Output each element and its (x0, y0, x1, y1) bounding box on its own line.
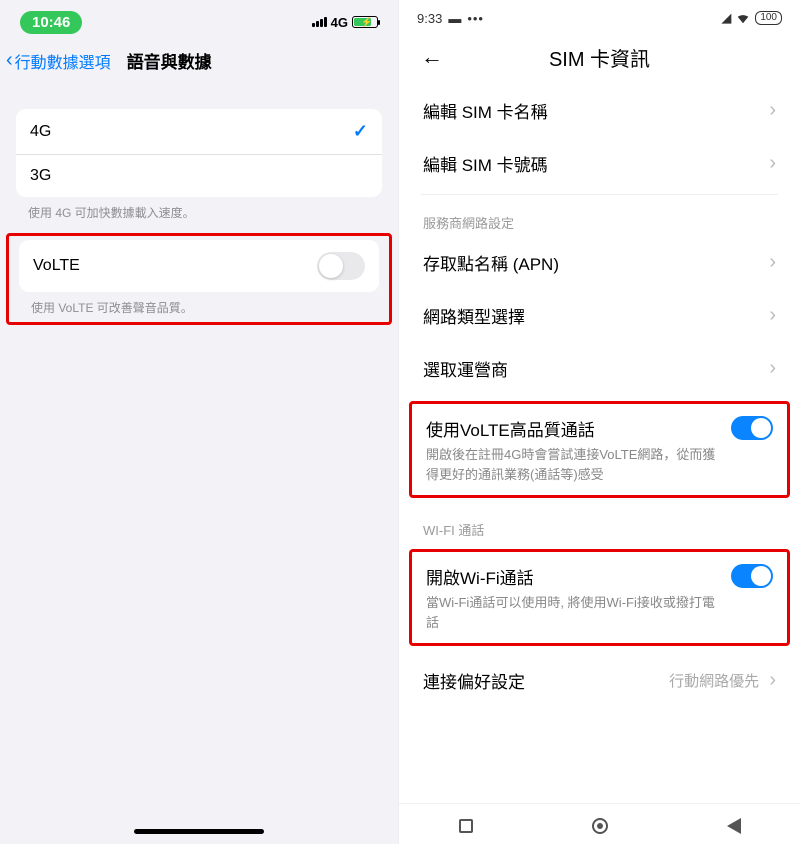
row-network-type[interactable]: 網路類型選擇 › (421, 289, 778, 342)
chevron-right-icon: › (769, 357, 776, 380)
row-value: 行動網路優先 (669, 673, 759, 690)
option-label: 4G (30, 123, 51, 141)
wifi-call-title: 開啟Wi-Fi通話 (426, 564, 721, 589)
volte-list: VoLTE (19, 240, 379, 292)
android-nav-buttons (399, 803, 800, 844)
volte-label: VoLTE (33, 257, 80, 275)
section-wifi-call: WI-FI 通話 (421, 506, 778, 543)
message-icon: ▬ (448, 11, 461, 26)
row-apn[interactable]: 存取點名稱 (APN) › (421, 236, 778, 289)
volte-highlight: 使用VoLTE高品質通話 開啟後在註冊4G時會嘗試連接VoLTE網路，從而獲得更… (409, 401, 790, 498)
battery-icon: ⚡ (352, 16, 378, 28)
page-title: 語音與數據 (127, 48, 212, 73)
volte-row[interactable]: VoLTE (19, 240, 379, 292)
recents-button[interactable] (459, 819, 473, 833)
row-edit-sim-number[interactable]: 編輯 SIM 卡號碼 › (421, 137, 778, 190)
section-carrier: 服務商網路設定 (421, 199, 778, 236)
row-label: 網路類型選擇 (423, 303, 525, 328)
chevron-right-icon: › (769, 152, 776, 175)
volte-highlight: VoLTE 使用 VoLTE 可改善聲音品質。 (6, 233, 392, 325)
row-wifi-call[interactable]: 開啟Wi-Fi通話 當Wi-Fi通話可以使用時, 將使用Wi-Fi接收或撥打電話 (424, 560, 775, 633)
status-time-pill: 10:46 (20, 11, 82, 34)
signal-icon (312, 17, 327, 27)
back-nav-button[interactable] (727, 818, 741, 834)
option-3g[interactable]: 3G (16, 154, 382, 197)
home-indicator[interactable] (0, 829, 398, 844)
wifi-call-highlight: 開啟Wi-Fi通話 當Wi-Fi通話可以使用時, 將使用Wi-Fi接收或撥打電話 (409, 549, 790, 646)
wifi-call-toggle[interactable] (731, 564, 773, 588)
chevron-right-icon: › (769, 99, 776, 122)
row-edit-sim-name[interactable]: 編輯 SIM 卡名稱 › (421, 84, 778, 137)
battery-pill: 100 (755, 11, 782, 25)
row-label: 編輯 SIM 卡名稱 (423, 98, 548, 123)
chevron-right-icon: › (769, 251, 776, 274)
option-label: 3G (30, 167, 51, 185)
ios-nav-bar: ‹ 行動數據選項 語音與數據 (0, 40, 398, 85)
chevron-right-icon: › (769, 304, 776, 327)
wifi-call-subtitle: 當Wi-Fi通話可以使用時, 將使用Wi-Fi接收或撥打電話 (426, 593, 721, 633)
row-operator[interactable]: 選取運營商 › (421, 342, 778, 395)
chevron-left-icon: ‹ (6, 49, 13, 72)
row-connection-pref[interactable]: 連接偏好設定 行動網路優先 › (421, 654, 778, 707)
volte-toggle[interactable] (317, 252, 365, 280)
row-label: 連接偏好設定 (423, 668, 525, 693)
back-button[interactable]: ‹ 行動數據選項 (6, 49, 111, 73)
volte-title: 使用VoLTE高品質通話 (426, 416, 721, 441)
signal-icon: ◢ (721, 10, 731, 26)
footer-text-volte: 使用 VoLTE 可改善聲音品質。 (9, 292, 389, 316)
wifi-icon (736, 11, 750, 25)
network-label: 4G (331, 15, 348, 30)
page-title: SIM 卡資訊 (413, 43, 786, 72)
network-options-list: 4G ✓ 3G (16, 109, 382, 197)
checkmark-icon: ✓ (353, 121, 368, 142)
home-button[interactable] (592, 818, 608, 834)
row-label: 選取運營商 (423, 356, 508, 381)
row-volte[interactable]: 使用VoLTE高品質通話 開啟後在註冊4G時會嘗試連接VoLTE網路，從而獲得更… (424, 412, 775, 485)
status-time: 9:33 (417, 11, 442, 26)
volte-subtitle: 開啟後在註冊4G時會嘗試連接VoLTE網路，從而獲得更好的通訊業務(通話等)感受 (426, 445, 721, 485)
row-label: 編輯 SIM 卡號碼 (423, 151, 548, 176)
chevron-right-icon: › (769, 669, 776, 691)
footer-text-4g: 使用 4G 可加快數據載入速度。 (0, 197, 398, 221)
back-label: 行動數據選項 (15, 49, 111, 73)
option-4g[interactable]: 4G ✓ (16, 109, 382, 154)
more-notifications-icon: ••• (467, 11, 484, 26)
android-status-bar: 9:33 ▬ ••• ◢ 100 (399, 0, 800, 32)
ios-status-bar: 10:46 4G ⚡ (0, 0, 398, 40)
android-nav-bar: ← SIM 卡資訊 (399, 32, 800, 84)
row-label: 存取點名稱 (APN) (423, 250, 559, 275)
volte-toggle[interactable] (731, 416, 773, 440)
